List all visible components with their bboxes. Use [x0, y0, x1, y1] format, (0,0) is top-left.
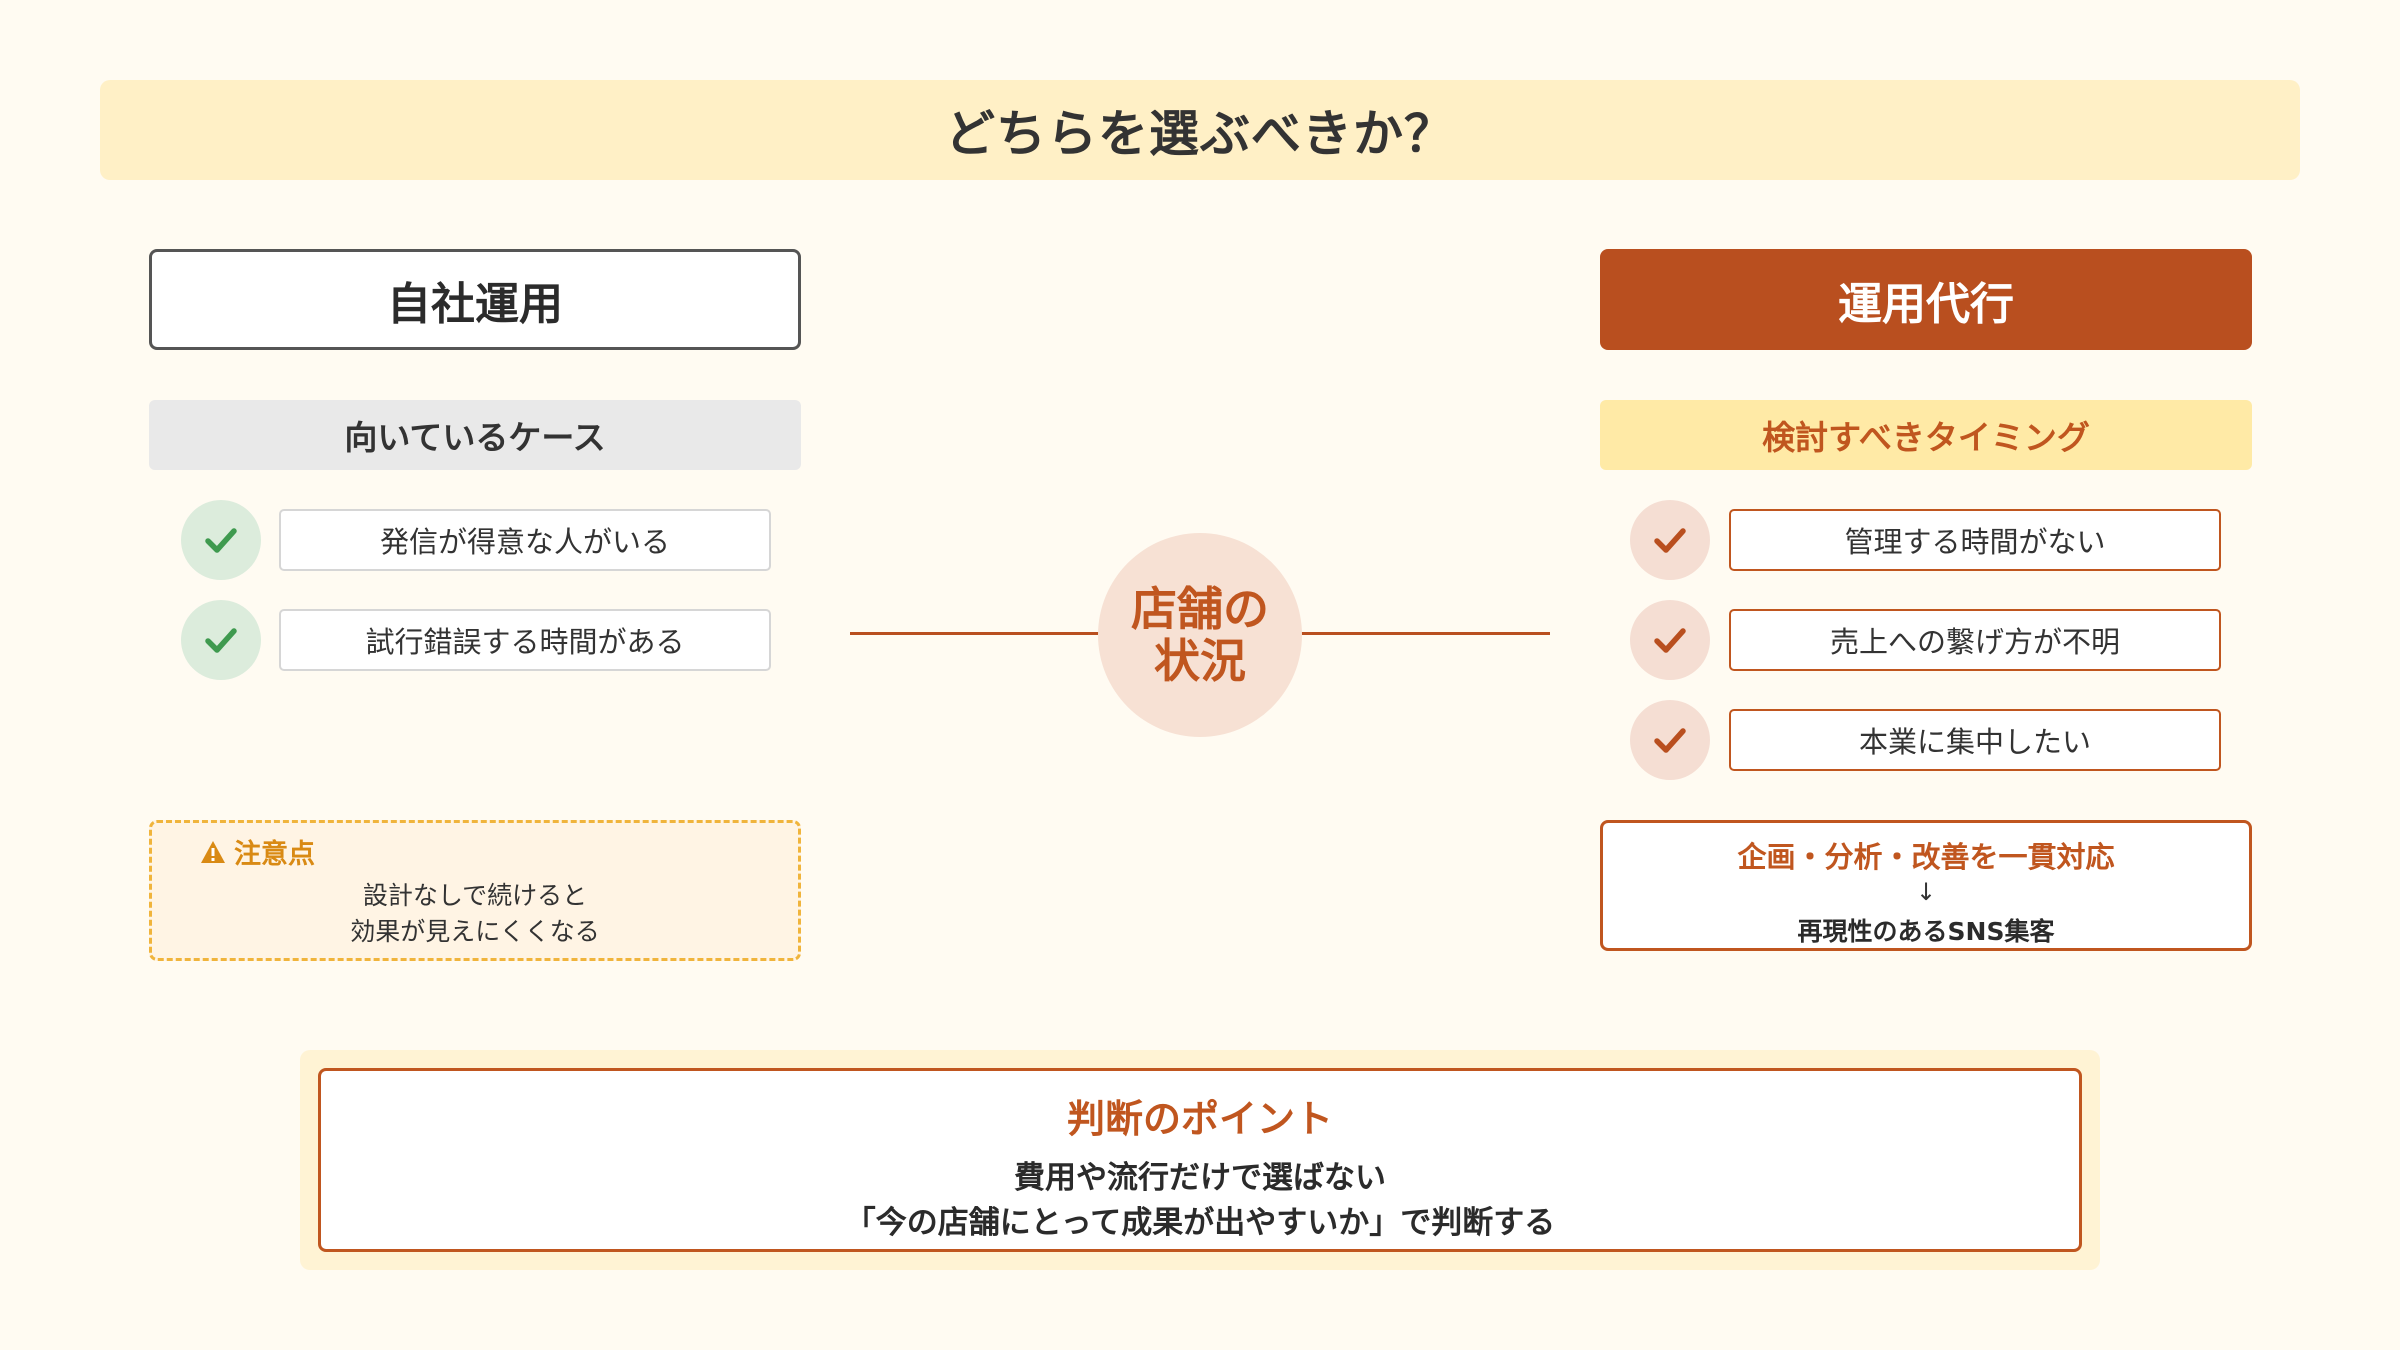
connector-line-right	[1300, 632, 1550, 635]
check-icon	[181, 500, 261, 580]
check-icon	[1630, 600, 1710, 680]
check-icon	[181, 600, 261, 680]
right-item: 売上への繋げ方が不明	[1729, 609, 2221, 671]
right-item: 本業に集中したい	[1729, 709, 2221, 771]
right-column-heading: 運用代行	[1600, 249, 2252, 350]
right-item: 管理する時間がない	[1729, 509, 2221, 571]
right-subheading: 検討すべきタイミング	[1600, 400, 2252, 470]
point-line: 「今の店舗にとって成果が出やすいか」で判断する	[844, 1205, 1556, 1241]
page-title: どちらを選ぶべきか？	[945, 105, 1455, 163]
left-item: 発信が得意な人がいる	[279, 509, 771, 571]
center-hub-line: 状況	[1154, 634, 1246, 688]
center-hub: 店舗の 状況	[1098, 533, 1302, 737]
caution-line: 設計なしで続けると	[362, 881, 588, 910]
check-icon	[1630, 700, 1710, 780]
check-icon	[1630, 500, 1710, 580]
caution-title-text: 注意点	[234, 839, 315, 870]
connector-line-left	[850, 632, 1100, 635]
left-column-heading: 自社運用	[149, 249, 801, 350]
center-hub-line: 店舗の	[1131, 582, 1269, 636]
caution-title: 注意点	[200, 832, 315, 871]
left-subheading: 向いているケース	[149, 400, 801, 470]
warning-icon	[201, 840, 225, 863]
title-banner: どちらを選ぶべきか？	[100, 80, 2300, 180]
point-title: 判断のポイント	[1066, 1097, 1333, 1141]
point-line: 費用や流行だけで選ばない	[1014, 1160, 1386, 1196]
summary-line-2: 再現性のあるSNS集客	[1797, 917, 2055, 946]
summary-line-1: 企画・分析・改善を一貫対応	[1737, 840, 2115, 874]
down-arrow-icon: ↓	[1915, 878, 1937, 906]
caution-line: 効果が見えにくくなる	[350, 917, 600, 946]
left-item: 試行錯誤する時間がある	[279, 609, 771, 671]
